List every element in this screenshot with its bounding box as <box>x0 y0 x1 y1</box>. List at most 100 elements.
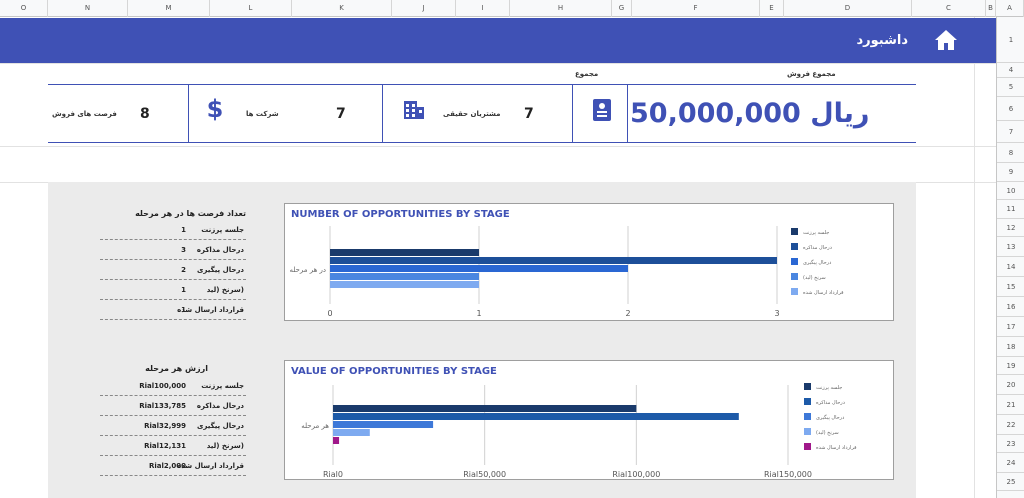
row-header-cell[interactable]: 4 <box>997 63 1024 78</box>
legend-label: درحال مذاکره <box>816 400 845 406</box>
customers-label: مشتریان حقیقی <box>443 110 501 118</box>
stage-value: 3 <box>181 246 186 254</box>
home-icon[interactable] <box>934 29 958 51</box>
column-header-bar: ONMLKJIHGFEDCBA <box>0 0 1024 17</box>
column-header-cell[interactable]: B <box>986 0 996 17</box>
row-header-cell[interactable]: 21 <box>997 395 1024 415</box>
row-header-cell[interactable]: 9 <box>997 163 1024 182</box>
tick-label: 3 <box>774 309 779 318</box>
row-header-cell[interactable]: 15 <box>997 277 1024 297</box>
column-header-cell[interactable]: G <box>612 0 632 17</box>
column-header-cell[interactable]: M <box>128 0 210 17</box>
row-header-cell[interactable]: 16 <box>997 297 1024 317</box>
row-header-cell[interactable]: 24 <box>997 453 1024 473</box>
legend-swatch <box>791 288 798 295</box>
column-header-cell[interactable]: J <box>392 0 456 17</box>
opportunities-value-chart: VALUE OF OPPORTUNITIES BY STAGE Rial0 Ria… <box>284 360 894 480</box>
column-header-cell[interactable]: C <box>912 0 986 17</box>
table-row: جلسه پرزنت 1 <box>100 220 246 240</box>
stage-value: Rial12,131 <box>144 442 186 450</box>
stage-name: جلسه پرزنت <box>201 226 244 234</box>
row-header-cell[interactable]: 5 <box>997 78 1024 97</box>
bar <box>333 405 637 412</box>
column-header-cell[interactable]: K <box>292 0 392 17</box>
row-header-cell[interactable]: 18 <box>997 337 1024 357</box>
bar <box>330 257 777 264</box>
grid-column-a <box>974 17 996 498</box>
column-header-cell[interactable]: H <box>510 0 612 17</box>
table-row: (سرنخ (لید 1 <box>100 280 246 300</box>
kpi-divider <box>572 84 573 142</box>
row-header-cell[interactable]: 23 <box>997 435 1024 453</box>
table-row: درحال پیگیری 2 <box>100 260 246 280</box>
total-sales-value: 50,000,000 ریال <box>630 98 870 129</box>
legend-swatch <box>804 383 811 390</box>
legend-label: قرارداد ارسال شده <box>816 445 857 451</box>
companies-label: شرکت ها <box>246 110 279 118</box>
row-header-cell[interactable]: 6 <box>997 97 1024 121</box>
row-header-cell[interactable]: 12 <box>997 219 1024 237</box>
stage-value: Rial133,785 <box>139 402 186 410</box>
table-row: قرارداد ارسال شده 1 <box>100 300 246 320</box>
stage-name: (سرنخ (لید <box>206 286 244 294</box>
column-header-cell[interactable]: O <box>0 0 48 17</box>
row-header-cell[interactable]: 14 <box>997 257 1024 277</box>
legend-label: (سرنخ (لید <box>803 275 826 281</box>
row-header-cell[interactable]: 25 <box>997 473 1024 491</box>
dashboard-header: داشبورد <box>0 18 996 63</box>
customers-value: 7 <box>524 106 534 122</box>
column-header-cell[interactable]: F <box>632 0 760 17</box>
legend-label: (سرنخ (لید <box>816 430 839 436</box>
column-header-cell[interactable]: I <box>456 0 510 17</box>
stage-value: Rial32,999 <box>144 422 186 430</box>
legend-label: درحال پیگیری <box>803 259 831 266</box>
table-row: درحال پیگیری Rial32,999 <box>100 416 246 436</box>
tick-label: Rial0 <box>323 470 343 479</box>
grid-line <box>0 63 996 64</box>
bar <box>330 281 479 288</box>
table-row: (سرنخ (لید Rial12,131 <box>100 436 246 456</box>
grid-line <box>0 146 996 147</box>
bar <box>330 265 628 272</box>
tick-label: 0 <box>327 309 332 318</box>
kpi-divider <box>188 84 189 142</box>
row-header-cell[interactable]: 20 <box>997 375 1024 395</box>
stage-value: 2 <box>181 266 186 274</box>
row-header-cell[interactable]: 22 <box>997 415 1024 435</box>
row-header-cell[interactable]: 7 <box>997 121 1024 143</box>
tick-label: 2 <box>625 309 630 318</box>
page-title: داشبورد <box>856 33 908 48</box>
bar <box>333 429 370 436</box>
column-header-cell[interactable]: A <box>996 0 1024 17</box>
stage-name: (سرنخ (لید <box>206 442 244 450</box>
row-header-cell[interactable]: 11 <box>997 200 1024 219</box>
row-header-cell[interactable]: 19 <box>997 357 1024 375</box>
stage-name: جلسه پرزنت <box>201 382 244 390</box>
stage-name: قرارداد ارسال شده <box>177 306 244 314</box>
column-header-cell[interactable]: N <box>48 0 128 17</box>
legend-swatch <box>791 243 798 250</box>
row-header-cell[interactable]: 17 <box>997 317 1024 337</box>
bar <box>333 413 739 420</box>
column-header-cell[interactable]: L <box>210 0 292 17</box>
table-row: درحال مذاکره Rial133,785 <box>100 396 246 416</box>
tick-label: 1 <box>476 309 481 318</box>
column-header-cell[interactable]: D <box>784 0 912 17</box>
stage-name: درحال پیگیری <box>197 266 244 274</box>
column-header-cell[interactable]: E <box>760 0 784 17</box>
stage-value: 1 <box>181 306 186 314</box>
row-header-cell[interactable]: 10 <box>997 182 1024 200</box>
kpi-divider <box>627 84 628 142</box>
total-label: مجموع <box>575 70 599 78</box>
row-header-cell[interactable]: 1 <box>997 17 1024 63</box>
table-row: جلسه پرزنت Rial100,000 <box>100 376 246 396</box>
legend-swatch <box>791 273 798 280</box>
row-header-cell[interactable]: 13 <box>997 237 1024 257</box>
category-label: در هر مرحله <box>289 266 326 274</box>
opportunities-value: 8 <box>140 106 150 122</box>
stage-name: درحال مذاکره <box>196 246 244 254</box>
table-row: قرارداد ارسال شده Rial2,000 <box>100 456 246 476</box>
tick-label: Rial50,000 <box>463 470 506 479</box>
row-header-cell[interactable]: 8 <box>997 143 1024 163</box>
chart-plot: Rial0 Rial50,000 Rial100,000 Rial150,000 هر … <box>301 383 857 479</box>
